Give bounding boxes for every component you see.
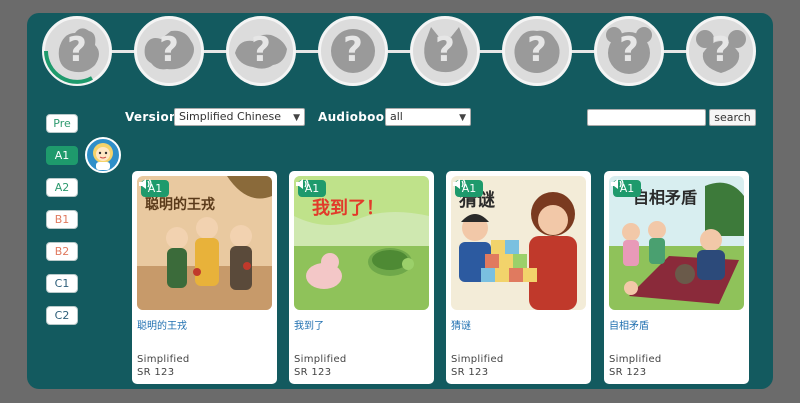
book-card[interactable]: 聪明的王戎 A1 聪明的王戎 Simplified SR 123 (132, 171, 277, 384)
animal-2-silhouette[interactable]: ? (134, 16, 204, 86)
animal-1-silhouette[interactable]: ? (42, 16, 112, 86)
level-c1-button[interactable]: C1 (46, 274, 78, 293)
avatar[interactable] (85, 137, 121, 173)
kid-avatar-icon (93, 143, 113, 170)
version-label: Version (125, 110, 178, 124)
animal-8-silhouette[interactable]: ? (686, 16, 756, 86)
book-serial: SR 123 (609, 367, 647, 378)
book-title[interactable]: 我到了 (294, 317, 324, 332)
unknown-animal-mark: ? (67, 30, 87, 70)
book-cover-title: 自相矛盾 (633, 188, 698, 207)
unknown-animal-mark: ? (619, 30, 639, 70)
animal-4-silhouette[interactable]: ? (318, 16, 388, 86)
level-b1-button[interactable]: B1 (46, 210, 78, 229)
book-cover[interactable]: 自相矛盾 A1 (609, 176, 744, 310)
unknown-animal-mark: ? (159, 30, 179, 70)
level-c2-button[interactable]: C2 (46, 306, 78, 325)
book-title[interactable]: 聪明的王戎 (137, 317, 187, 332)
book-cover[interactable]: 猜谜 A1 (451, 176, 586, 310)
version-select[interactable]: Simplified Chinese ▼ (174, 108, 305, 126)
chevron-down-icon: ▼ (293, 113, 300, 123)
animal-5-silhouette[interactable]: ? (410, 16, 480, 86)
unknown-animal-mark: ? (251, 30, 271, 70)
book-title[interactable]: 自相矛盾 (609, 317, 649, 332)
search-input[interactable] (587, 109, 706, 126)
book-serial: SR 123 (294, 367, 332, 378)
book-serial: SR 123 (137, 367, 175, 378)
animal-6-silhouette[interactable]: ? (502, 16, 572, 86)
speaker-icon[interactable] (137, 176, 153, 192)
unknown-animal-mark: ? (711, 30, 731, 70)
audiobook-select[interactable]: all ▼ (385, 108, 471, 126)
chevron-down-icon: ▼ (459, 113, 466, 123)
level-pre-button[interactable]: Pre (46, 114, 78, 133)
book-cover-title: 我到了！ (312, 198, 384, 219)
unknown-animal-mark: ? (343, 30, 363, 70)
search-button[interactable]: search (709, 109, 756, 126)
book-script: Simplified (451, 354, 504, 365)
book-card[interactable]: 自相矛盾 A1 自相矛盾 Simplified SR 123 (604, 171, 749, 384)
audiobook-select-value: all (390, 110, 403, 123)
unknown-animal-mark: ? (527, 30, 547, 70)
book-cover[interactable]: 我到了！ A1 (294, 176, 429, 310)
animal-3-silhouette[interactable]: ? (226, 16, 296, 86)
audiobook-label: Audiobook (318, 110, 393, 124)
version-select-value: Simplified Chinese (179, 110, 281, 123)
book-serial: SR 123 (451, 367, 489, 378)
level-a1-button[interactable]: A1 (46, 146, 78, 165)
unknown-animal-mark: ? (435, 30, 455, 70)
speaker-icon[interactable] (294, 176, 310, 192)
level-a2-button[interactable]: A2 (46, 178, 78, 197)
level-b2-button[interactable]: B2 (46, 242, 78, 261)
book-cover-title: 聪明的王戎 (145, 197, 215, 213)
animal-7-silhouette[interactable]: ? (594, 16, 664, 86)
reading-app-frame: ? ? ? ? ? ? ? ? Pre A1 A2 B1 B2 C1 C2 Ve… (27, 13, 773, 389)
book-title[interactable]: 猜谜 (451, 317, 471, 332)
speaker-icon[interactable] (451, 176, 467, 192)
book-script: Simplified (137, 354, 190, 365)
book-script: Simplified (609, 354, 662, 365)
book-card[interactable]: 我到了！ A1 我到了 Simplified SR 123 (289, 171, 434, 384)
book-cover[interactable]: 聪明的王戎 A1 (137, 176, 272, 310)
speaker-icon[interactable] (609, 176, 625, 192)
book-card[interactable]: 猜谜 A1 猜谜 Simplified SR 123 (446, 171, 591, 384)
book-script: Simplified (294, 354, 347, 365)
